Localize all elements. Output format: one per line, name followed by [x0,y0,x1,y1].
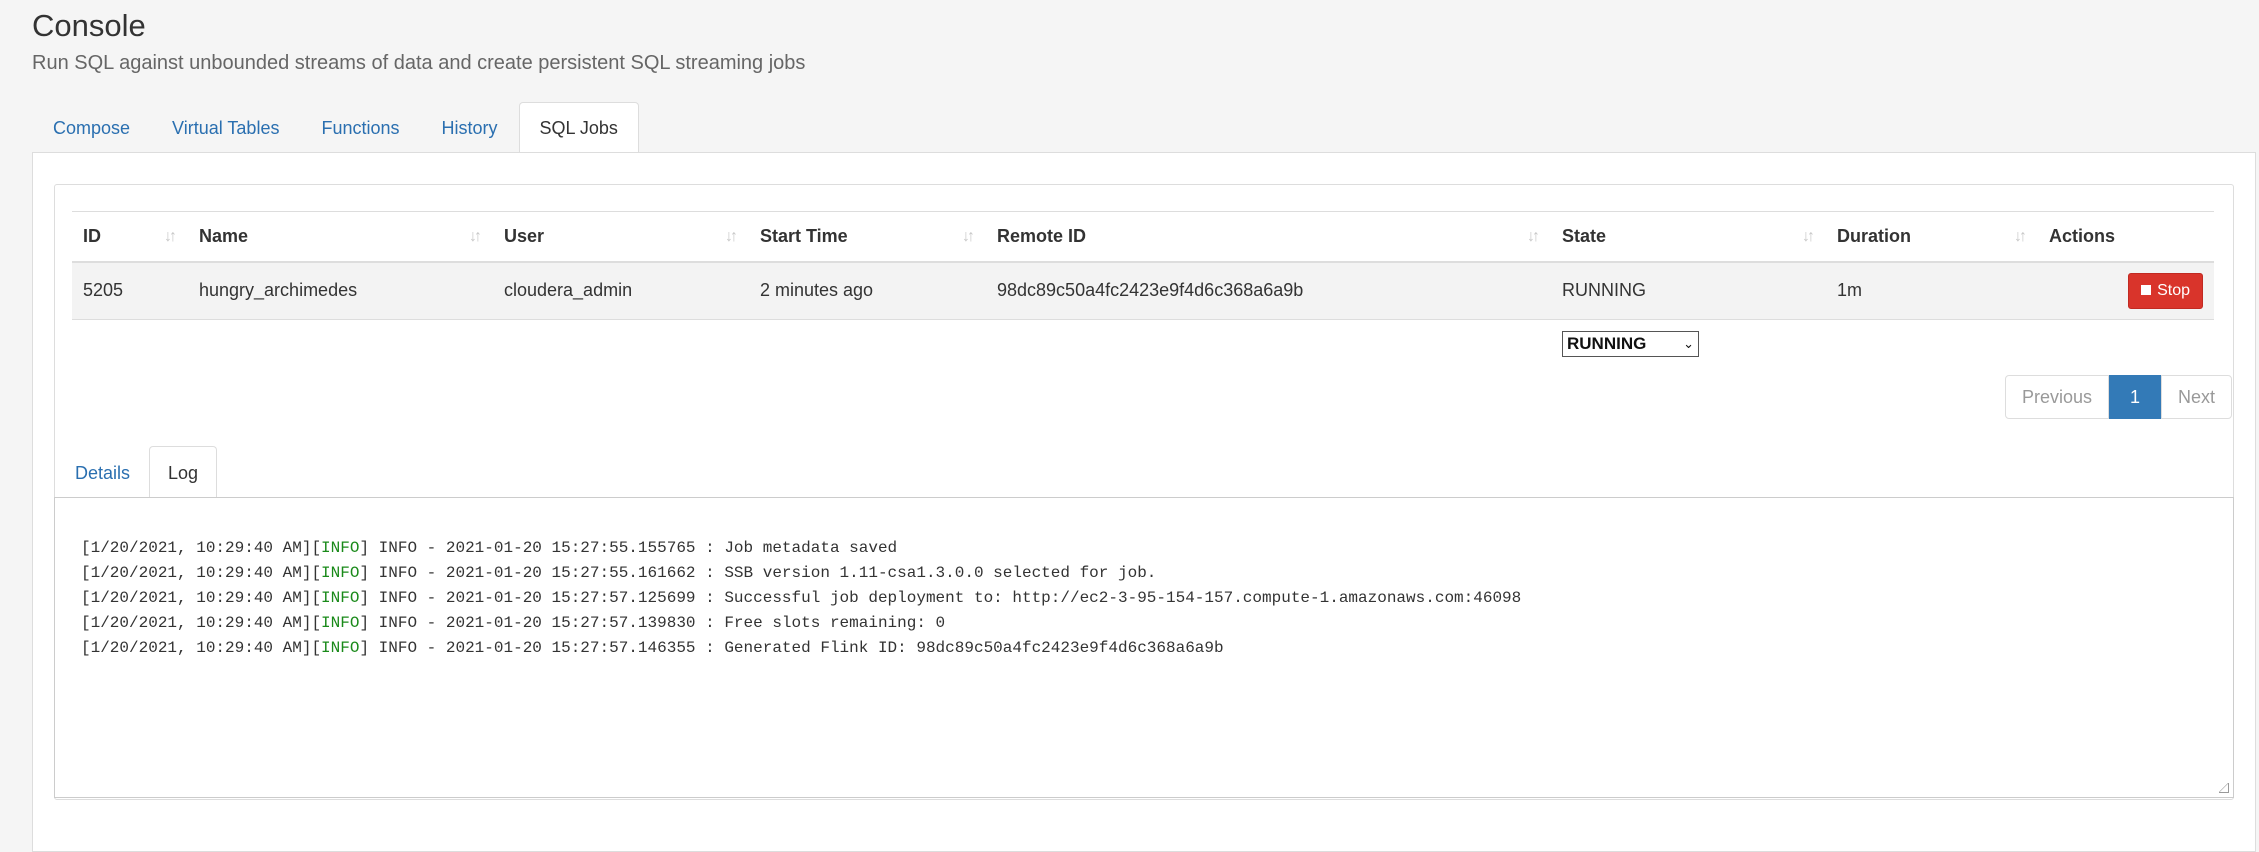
tab-sql-jobs[interactable]: SQL Jobs [518,102,639,154]
pagination-next[interactable]: Next [2161,375,2233,419]
sort-icon[interactable]: ↓↑ [469,228,482,246]
job-id: 5205 [72,261,188,320]
log-line: [1/20/2021, 10:29:40 AM][INFO] INFO - 20… [81,539,898,557]
stop-button[interactable]: Stop [2128,272,2203,309]
column-header-remote-id[interactable]: Remote ID ↓↑ [986,211,1551,263]
job-remote-id: 98dc89c50a4fc2423e9f4d6c368a6a9b [986,261,1551,320]
pagination: Previous 1 Next [2005,375,2233,419]
column-header-name[interactable]: Name ↓↑ [188,211,493,263]
log-textarea[interactable]: [1/20/2021, 10:29:40 AM][INFO] INFO - 20… [54,497,2234,798]
job-duration: 1m [1826,261,2038,320]
stop-icon [2141,284,2152,295]
tab-functions[interactable]: Functions [300,102,420,152]
sort-icon[interactable]: ↓↑ [1802,228,1815,246]
column-header-actions: Actions [2038,211,2214,263]
column-header-duration[interactable]: Duration ↓↑ [1826,211,2038,263]
tab-compose[interactable]: Compose [32,102,151,152]
sort-icon[interactable]: ↓↑ [2014,228,2027,246]
job-name: hungry_archimedes [188,261,493,320]
table-header-row: ID ↓↑ Name ↓↑ User ↓↑ Start Time ↓↑ Remote I… [72,211,2214,263]
log-line: [1/20/2021, 10:29:40 AM][INFO] INFO - 20… [81,564,1157,582]
job-state: RUNNING [1551,261,1826,320]
column-header-id[interactable]: ID ↓↑ [72,211,188,263]
job-detail-tabs: Details Log [56,446,218,499]
state-filter-value: RUNNING [1567,334,1647,353]
table-row[interactable]: 5205 hungry_archimedes cloudera_admin 2 … [72,261,2214,320]
chevron-down-icon: ⌄ [1683,336,1694,351]
pagination-previous[interactable]: Previous [2005,375,2110,419]
column-header-user[interactable]: User ↓↑ [493,211,749,263]
sort-icon[interactable]: ↓↑ [725,228,738,246]
job-actions: Stop [2038,261,2214,320]
column-header-start-time[interactable]: Start Time ↓↑ [749,211,986,263]
page-subtitle: Run SQL against unbounded streams of dat… [32,52,806,74]
column-header-state[interactable]: State ↓↑ [1551,211,1826,263]
sort-icon[interactable]: ↓↑ [164,228,177,246]
sort-icon[interactable]: ↓↑ [962,228,975,246]
log-line: [1/20/2021, 10:29:40 AM][INFO] INFO - 20… [81,639,1224,657]
log-line: [1/20/2021, 10:29:40 AM][INFO] INFO - 20… [81,614,946,632]
tab-virtual-tables[interactable]: Virtual Tables [151,102,300,152]
sort-icon[interactable]: ↓↑ [1527,228,1540,246]
state-filter-select[interactable]: RUNNING ⌄ [1562,331,1699,357]
pagination-page-current[interactable]: 1 [2109,375,2162,419]
page-title: Console [32,8,146,43]
tab-log[interactable]: Log [149,446,218,499]
job-start-time: 2 minutes ago [749,261,986,320]
resize-handle[interactable] [2219,783,2229,793]
log-line: [1/20/2021, 10:29:40 AM][INFO] INFO - 20… [81,589,1522,607]
jobs-table: ID ↓↑ Name ↓↑ User ↓↑ Start Time ↓↑ Remote I… [72,211,2214,320]
console-tabs: Compose Virtual Tables Functions History… [32,102,2259,154]
tab-details[interactable]: Details [56,446,149,498]
tab-history[interactable]: History [421,102,519,152]
job-user: cloudera_admin [493,261,749,320]
